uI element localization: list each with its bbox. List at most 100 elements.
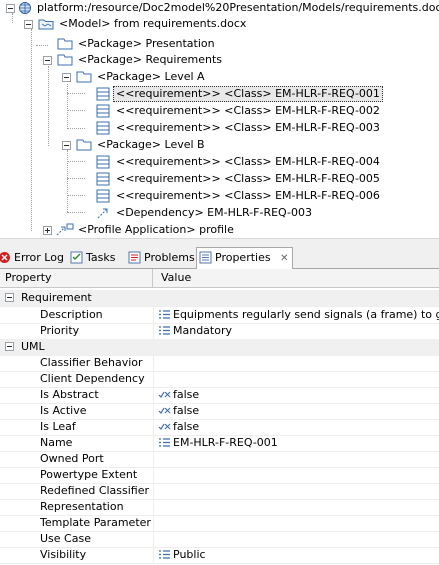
tree-item-req-004[interactable]: <<requirement>> <Class> EM-HLR-F-REQ-004 — [0, 154, 439, 170]
package-icon — [57, 38, 73, 50]
property-value[interactable]: false — [153, 403, 199, 419]
tasks-icon — [70, 251, 83, 264]
text-value-icon — [159, 438, 170, 447]
collapse-toggle[interactable] — [43, 56, 52, 65]
property-value[interactable]: false — [153, 387, 199, 403]
property-value[interactable] — [153, 355, 158, 371]
tree-item-label: <<requirement>> <Class> EM-HLR-F-REQ-004 — [116, 155, 380, 168]
tree-item-package-level-a[interactable]: <Package> Level A — [0, 69, 439, 85]
property-key: Powertype Extent — [40, 468, 138, 481]
tree-item-package-level-b[interactable]: <Package> Level B — [0, 137, 439, 153]
tab-problems[interactable]: Problems — [126, 248, 199, 268]
property-key: Is Leaf — [40, 420, 76, 433]
error-log-icon — [0, 252, 10, 263]
property-key: Template Parameter — [40, 516, 151, 529]
property-row-client-dependency[interactable]: Client Dependency — [0, 371, 439, 388]
tree-item-req-002[interactable]: <<requirement>> <Class> EM-HLR-F-REQ-002 — [0, 103, 439, 119]
boolean-value-icon — [158, 423, 171, 430]
collapse-toggle[interactable] — [24, 20, 33, 29]
tab-error-log[interactable]: Error Log — [0, 248, 68, 268]
tree-item-label: <Package> Level B — [97, 138, 205, 151]
property-key: Client Dependency — [40, 372, 145, 385]
tree-item-package-presentation[interactable]: <Package> Presentation — [0, 36, 439, 52]
tree-item-req-003[interactable]: <<requirement>> <Class> EM-HLR-F-REQ-003 — [0, 120, 439, 136]
property-key: Name — [40, 436, 73, 449]
property-value[interactable] — [153, 515, 158, 531]
category-label: Requirement — [21, 291, 92, 304]
collapse-toggle[interactable] — [6, 4, 15, 13]
profile-application-icon — [56, 223, 74, 236]
enum-value-icon — [159, 550, 170, 559]
problems-icon — [128, 251, 141, 264]
properties-table: Property Value Requirement Description E… — [0, 269, 439, 565]
column-header-value[interactable]: Value — [161, 269, 191, 287]
property-value[interactable] — [153, 371, 158, 387]
tree-item-resource[interactable]: platform:/resource/Doc2model%20Presentat… — [0, 0, 439, 16]
tree-item-model[interactable]: <Model> from requirements.docx — [0, 16, 439, 32]
property-value[interactable] — [153, 531, 158, 547]
property-key: Priority — [40, 324, 80, 337]
category-row-requirement[interactable]: Requirement — [0, 290, 439, 307]
tab-properties[interactable]: Properties ✕ — [196, 247, 294, 269]
class-icon — [96, 104, 110, 118]
tree-item-req-001[interactable]: <<requirement>> <Class> EM-HLR-F-REQ-001 — [0, 86, 439, 102]
property-value[interactable]: Equipments regularly send signals (a fra… — [153, 307, 439, 323]
category-row-uml[interactable]: UML — [0, 339, 439, 356]
property-value[interactable]: Mandatory — [153, 323, 232, 339]
property-row-priority[interactable]: Priority Mandatory — [0, 323, 439, 340]
collapse-toggle[interactable] — [62, 141, 71, 150]
collapse-toggle[interactable] — [62, 73, 71, 82]
property-key: Visibility — [40, 548, 87, 561]
tree-item-label: <<requirement>> <Class> EM-HLR-F-REQ-005 — [116, 172, 380, 185]
property-value[interactable] — [153, 483, 158, 499]
property-row-use-case[interactable]: Use Case — [0, 531, 439, 548]
property-key: Is Active — [40, 404, 87, 417]
tree-item-profile-application[interactable]: <Profile Application> profile — [0, 222, 439, 238]
property-row-owned-port[interactable]: Owned Port — [0, 451, 439, 468]
model-tree[interactable]: platform:/resource/Doc2model%20Presentat… — [0, 0, 439, 238]
tab-label: Tasks — [86, 251, 116, 264]
tree-item-label: <Model> from requirements.docx — [59, 17, 247, 30]
tree-item-req-005[interactable]: <<requirement>> <Class> EM-HLR-F-REQ-005 — [0, 171, 439, 187]
property-row-is-leaf[interactable]: Is Leaf false — [0, 419, 439, 436]
tree-item-label: <Profile Application> profile — [78, 223, 234, 236]
property-row-visibility[interactable]: Visibility Public — [0, 547, 439, 564]
property-key: Representation — [40, 500, 124, 513]
dependency-arrow-icon — [97, 208, 108, 219]
tab-label: Error Log — [14, 251, 64, 264]
class-icon — [96, 155, 110, 169]
property-key: Description — [40, 308, 103, 321]
property-value[interactable] — [153, 451, 158, 467]
boolean-value-icon — [158, 407, 171, 414]
boolean-value-icon — [158, 391, 171, 398]
tree-item-package-requirements[interactable]: <Package> Requirements — [0, 52, 439, 68]
collapse-toggle[interactable] — [5, 293, 14, 302]
property-value[interactable]: EM-HLR-F-REQ-001 — [153, 435, 278, 451]
properties-header: Property Value — [0, 269, 439, 288]
property-value[interactable]: false — [153, 419, 199, 435]
expand-toggle[interactable] — [43, 226, 52, 235]
property-row-representation[interactable]: Representation — [0, 499, 439, 516]
property-value[interactable] — [153, 499, 158, 515]
property-row-description[interactable]: Description Equipments regularly send si… — [0, 307, 439, 324]
property-row-is-abstract[interactable]: Is Abstract false — [0, 387, 439, 404]
close-icon[interactable]: ✕ — [280, 253, 288, 264]
property-value[interactable]: Public — [153, 547, 206, 563]
collapse-toggle[interactable] — [5, 342, 14, 351]
property-row-template-parameter[interactable]: Template Parameter — [0, 515, 439, 532]
model-folder-icon — [38, 19, 54, 30]
property-row-redefined-classifier[interactable]: Redefined Classifier — [0, 483, 439, 500]
category-label: UML — [21, 340, 45, 353]
property-key: Redefined Classifier — [40, 484, 150, 497]
tree-item-req-006[interactable]: <<requirement>> <Class> EM-HLR-F-REQ-006 — [0, 188, 439, 204]
property-row-classifier-behavior[interactable]: Classifier Behavior — [0, 355, 439, 372]
property-row-is-active[interactable]: Is Active false — [0, 403, 439, 420]
property-row-name[interactable]: Name EM-HLR-F-REQ-001 — [0, 435, 439, 452]
package-icon — [76, 71, 92, 83]
property-row-powertype-extent[interactable]: Powertype Extent — [0, 467, 439, 484]
property-value[interactable] — [153, 467, 158, 483]
column-divider[interactable] — [152, 269, 153, 287]
tree-item-dependency[interactable]: <Dependency> EM-HLR-F-REQ-003 — [0, 205, 439, 221]
column-header-property[interactable]: Property — [5, 269, 52, 287]
tab-tasks[interactable]: Tasks — [68, 248, 119, 268]
